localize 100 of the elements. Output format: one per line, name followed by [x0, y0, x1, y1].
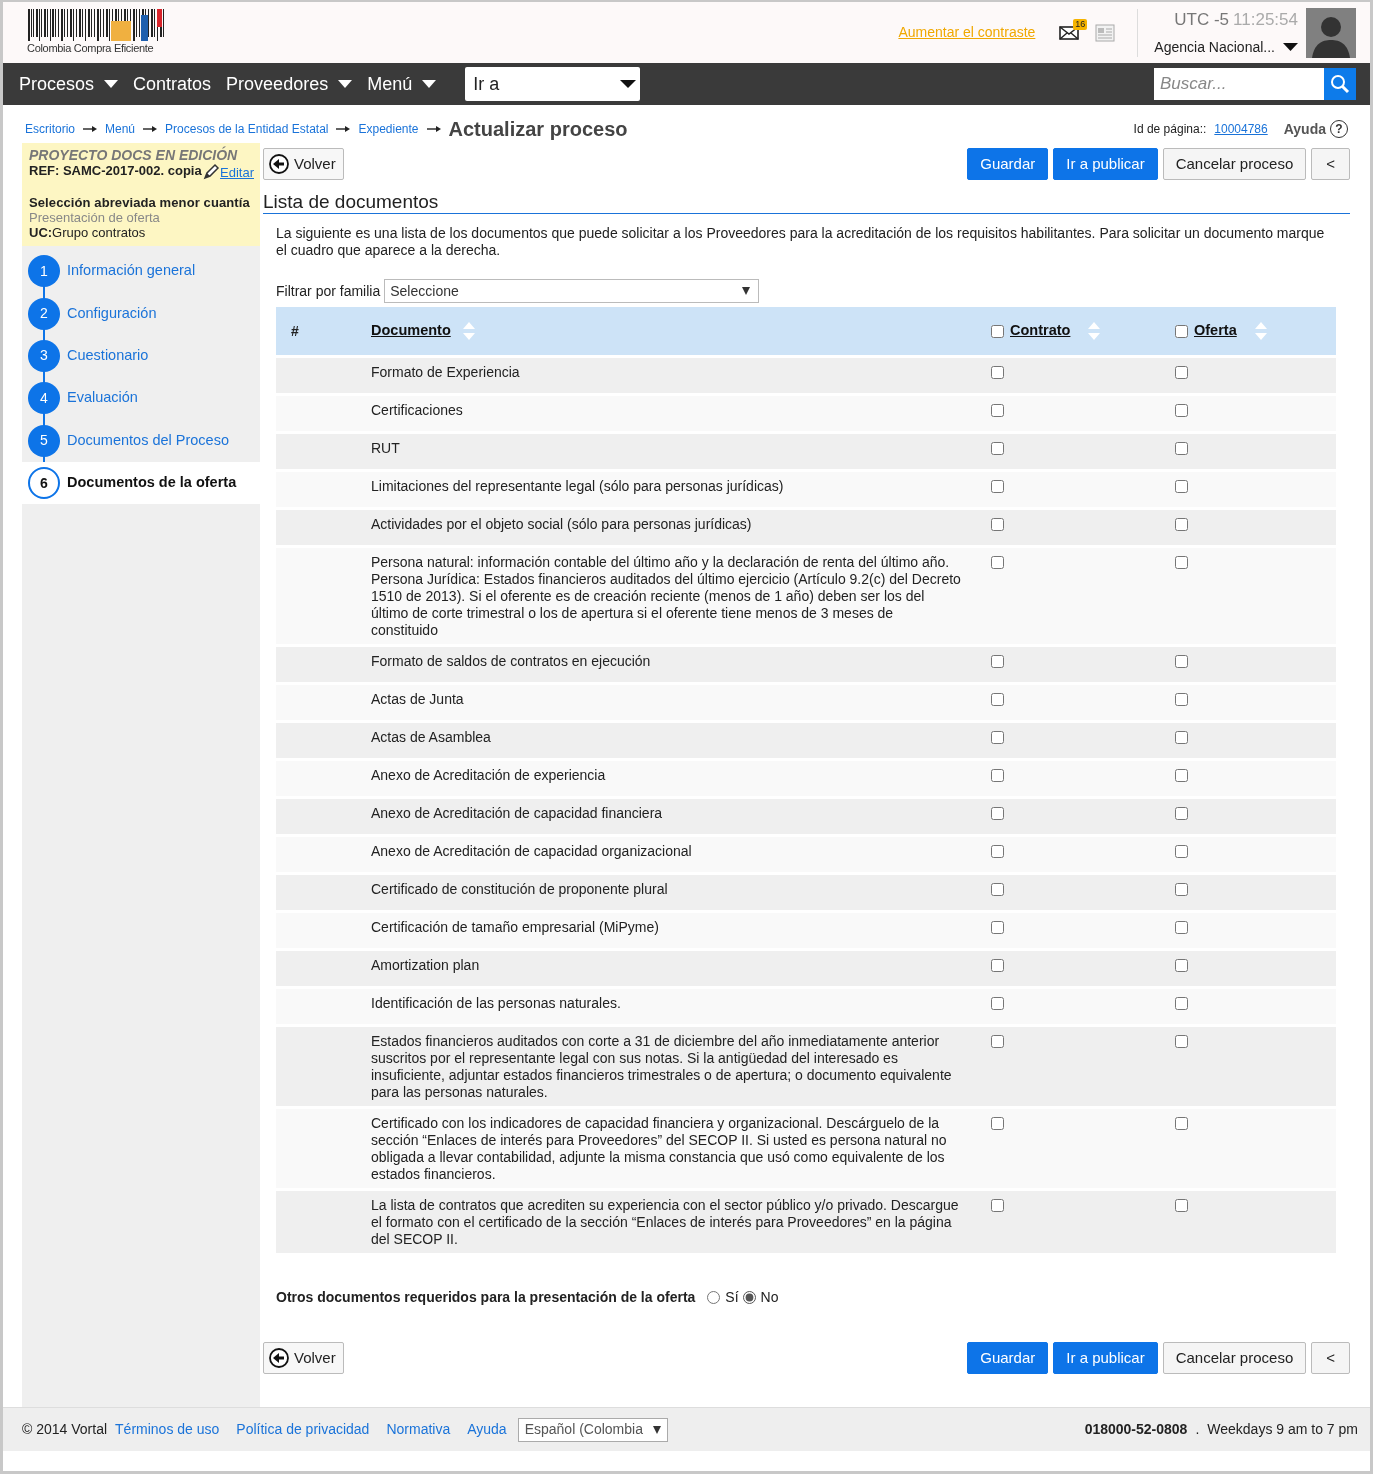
checkbox[interactable]	[991, 1117, 1004, 1130]
footer-link[interactable]: Política de privacidad	[236, 1419, 370, 1440]
page-id-label: Id de página::	[1133, 121, 1207, 138]
checkbox[interactable]	[1175, 997, 1188, 1010]
search-field[interactable]: Buscar...	[1154, 68, 1324, 100]
checkbox[interactable]	[1175, 1117, 1188, 1130]
checkbox[interactable]	[991, 959, 1004, 972]
phase-text: Presentación de oferta	[29, 210, 161, 225]
action-button[interactable]: <	[1311, 1342, 1350, 1374]
checkbox[interactable]	[991, 480, 1004, 493]
caret-icon	[422, 80, 437, 88]
checkbox[interactable]	[1175, 921, 1188, 934]
checkbox[interactable]	[1175, 1035, 1188, 1048]
checkbox[interactable]	[1175, 518, 1188, 531]
breadcrumb-link[interactable]: Expediente	[358, 120, 419, 138]
avatar-icon[interactable]	[1306, 7, 1356, 58]
nav-menu-item[interactable]: Contratos	[133, 70, 220, 98]
caret-icon	[652, 1425, 661, 1434]
checkbox[interactable]	[1175, 845, 1188, 858]
step-item[interactable]: 3 Cuestionario	[22, 334, 260, 378]
page-id-link[interactable]: 10004786	[1214, 120, 1268, 138]
nav-menu-item[interactable]: Procesos	[19, 70, 127, 98]
document-name: Persona natural: información contable del último año y la declaración de renta del último año. Persona Jurídica: Estados financieros auditados del último ejercicio (Artículo 9.2(c) del Decreto 1510 de 2013). Si el oferente es de creación reciente (menos de 1 año) deben ser los del último de corte trimestral o los de apertura si el oferente tiene menos de 3 meses de constituido	[371, 554, 961, 638]
radio-label[interactable]: No	[760, 1287, 779, 1308]
back-button[interactable]: Volver	[263, 1342, 344, 1374]
column-header-link[interactable]: Contrato	[1010, 320, 1071, 342]
nav-menu-item[interactable]: Proveedores	[226, 70, 361, 98]
checkbox[interactable]	[1175, 655, 1188, 668]
checkbox[interactable]	[991, 883, 1004, 896]
checkbox[interactable]	[991, 693, 1004, 706]
step-item[interactable]: 4 Evaluación	[22, 377, 260, 420]
checkbox[interactable]	[991, 518, 1004, 531]
step-item[interactable]: 2 Configuración	[22, 292, 260, 335]
language-dropdown[interactable]: Español (Colombia	[517, 1417, 668, 1442]
checkbox[interactable]	[1175, 883, 1188, 896]
step-item[interactable]: 6 Documentos de la oferta	[22, 461, 260, 505]
breadcrumb-link[interactable]: Escritorio	[25, 120, 75, 138]
checkbox[interactable]	[1175, 366, 1188, 379]
breadcrumb-link[interactable]: Menú	[105, 120, 136, 138]
back-button[interactable]: Volver	[263, 148, 344, 180]
checkbox[interactable]	[991, 845, 1004, 858]
footer-link[interactable]: Términos de uso	[115, 1419, 220, 1440]
checkbox[interactable]	[991, 655, 1004, 668]
checkbox[interactable]	[991, 324, 1004, 338]
checkbox[interactable]	[991, 807, 1004, 820]
step-item[interactable]: 5 Documentos del Proceso	[22, 419, 260, 462]
document-name: Formato de saldos de contratos en ejecución	[371, 653, 651, 669]
footer-link[interactable]: Normativa	[386, 1419, 451, 1440]
action-button[interactable]: Ir a publicar	[1053, 1342, 1158, 1374]
question-text: Otros documentos requeridos para la presentación de la oferta	[276, 1288, 696, 1307]
checkbox[interactable]	[991, 921, 1004, 934]
agency-selector[interactable]: Agencia Nacional...	[1154, 36, 1275, 58]
checkbox[interactable]	[991, 366, 1004, 379]
radio-label[interactable]: Sí	[725, 1287, 739, 1308]
action-button[interactable]: Guardar	[967, 1342, 1049, 1374]
checkbox[interactable]	[1175, 769, 1188, 782]
arrow-icon	[83, 124, 97, 134]
radio-button[interactable]	[742, 1291, 756, 1304]
checkbox[interactable]	[1175, 556, 1188, 569]
document-name: Identificación de las personas naturales.	[371, 995, 621, 1011]
notification-badge: 16	[1073, 18, 1088, 30]
checkbox[interactable]	[991, 731, 1004, 744]
checkbox[interactable]	[991, 1035, 1004, 1048]
document-name: Actas de Junta	[371, 691, 464, 707]
checkbox[interactable]	[991, 442, 1004, 455]
checkbox[interactable]	[1175, 959, 1188, 972]
filter-dropdown[interactable]: Seleccione	[384, 279, 760, 303]
document-name: Anexo de Acreditación de experiencia	[371, 767, 606, 783]
action-button[interactable]: Ir a publicar	[1053, 148, 1158, 180]
step-item[interactable]: 1 Información general	[22, 250, 260, 293]
nav-menu-item[interactable]: Menú	[367, 70, 445, 98]
checkbox[interactable]	[1175, 324, 1188, 338]
checkbox[interactable]	[991, 404, 1004, 417]
footer-link[interactable]: Ayuda	[467, 1419, 507, 1440]
search-button[interactable]	[1324, 68, 1356, 100]
mail-icon[interactable]	[1059, 25, 1080, 40]
action-button[interactable]: Cancelar proceso	[1162, 1342, 1307, 1374]
checkbox[interactable]	[1175, 731, 1188, 744]
checkbox[interactable]	[1175, 693, 1188, 706]
breadcrumb-link[interactable]: Procesos de la Entidad Estatal	[165, 120, 329, 138]
action-button[interactable]: <	[1311, 148, 1350, 180]
radio-button[interactable]	[707, 1291, 721, 1304]
goto-dropdown[interactable]: Ir a	[465, 67, 641, 101]
checkbox[interactable]	[991, 556, 1004, 569]
column-header-link[interactable]: Documento	[371, 320, 451, 342]
checkbox[interactable]	[1175, 807, 1188, 820]
sort-icon	[462, 322, 475, 340]
checkbox[interactable]	[1175, 1199, 1188, 1212]
checkbox[interactable]	[991, 769, 1004, 782]
edit-link[interactable]: Editar	[202, 163, 254, 181]
help-link[interactable]: Ayuda	[1283, 118, 1326, 140]
checkbox[interactable]	[1175, 480, 1188, 493]
checkbox[interactable]	[991, 1199, 1004, 1212]
checkbox[interactable]	[991, 997, 1004, 1010]
pencil-icon[interactable]	[202, 163, 221, 181]
action-button[interactable]: Guardar	[967, 148, 1049, 180]
checkbox[interactable]	[1175, 442, 1188, 455]
checkbox[interactable]	[1175, 404, 1188, 417]
action-button[interactable]: Cancelar proceso	[1162, 148, 1307, 180]
column-header-link[interactable]: Oferta	[1194, 320, 1237, 342]
